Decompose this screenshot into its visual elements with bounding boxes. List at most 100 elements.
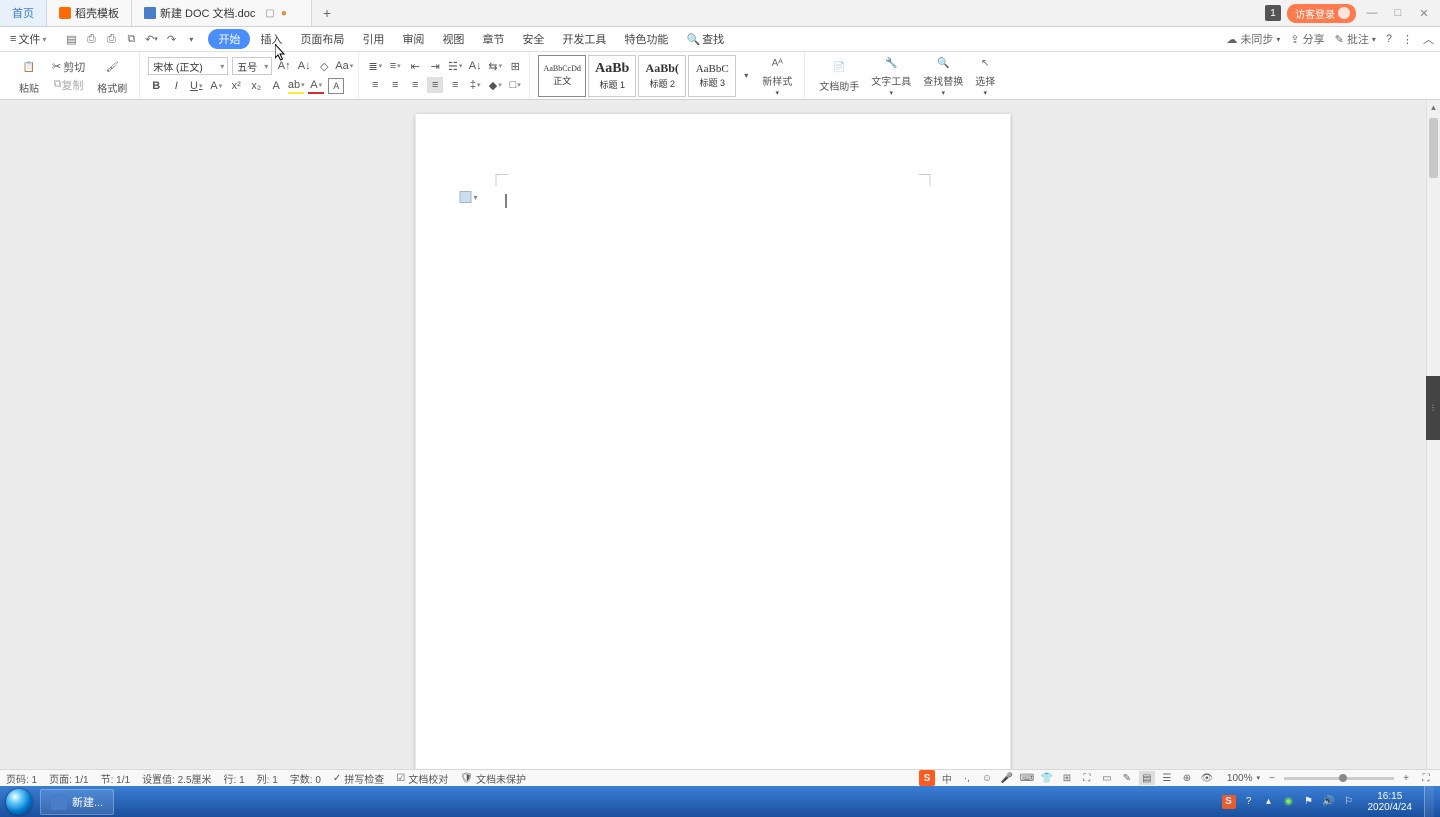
- menu-pagelayout[interactable]: 页面布局: [292, 28, 352, 50]
- menu-start[interactable]: 开始: [208, 29, 250, 49]
- font-name-select[interactable]: 宋体 (正文): [148, 57, 228, 75]
- paste-button[interactable]: 📋粘贴: [12, 56, 46, 95]
- copy-button[interactable]: ⧉复制: [52, 77, 85, 93]
- view-eyecare-icon[interactable]: 👁: [1199, 771, 1215, 785]
- document-area[interactable]: ▾: [0, 100, 1426, 786]
- underline-button[interactable]: U: [188, 78, 204, 94]
- format-painter-button[interactable]: 🖌格式刷: [91, 56, 133, 95]
- view-annotate-icon[interactable]: ✎: [1119, 771, 1135, 785]
- number-list-button[interactable]: ≡: [387, 58, 403, 74]
- change-case-button[interactable]: Aa: [336, 58, 352, 74]
- menu-references[interactable]: 引用: [354, 28, 392, 50]
- menu-view[interactable]: 视图: [434, 28, 472, 50]
- zoom-slider[interactable]: [1284, 777, 1394, 780]
- phonetic-guide-button[interactable]: A: [268, 78, 284, 94]
- view-reading-icon[interactable]: ▭: [1099, 771, 1115, 785]
- window-maximize-button[interactable]: □: [1388, 3, 1408, 23]
- ime-skin-icon[interactable]: 👕: [1039, 771, 1055, 785]
- status-section[interactable]: 节: 1/1: [101, 771, 130, 786]
- view-web-icon[interactable]: ⊕: [1179, 771, 1195, 785]
- style-heading2[interactable]: AaBb(标题 2: [638, 55, 686, 97]
- ime-keyboard-icon[interactable]: ⌨: [1019, 771, 1035, 785]
- tray-volume-icon[interactable]: 🔊: [1322, 795, 1336, 809]
- tray-network-icon[interactable]: ◉: [1282, 795, 1296, 809]
- hamburger-menu[interactable]: ≡ 文件 ▾: [6, 28, 54, 50]
- qat-paste-icon[interactable]: ⧉: [124, 32, 138, 46]
- show-desktop-button[interactable]: [1424, 786, 1434, 817]
- notification-badge[interactable]: 1: [1265, 5, 1281, 21]
- new-style-button[interactable]: Aᴬ新样式▾: [756, 54, 798, 97]
- border-button[interactable]: □: [507, 77, 523, 93]
- sync-status[interactable]: ☁未同步▾: [1226, 31, 1280, 47]
- collapse-ribbon-button[interactable]: ︿: [1423, 31, 1434, 47]
- tab-popout-icon[interactable]: ▢: [265, 8, 274, 19]
- help-button[interactable]: ?: [1386, 33, 1392, 45]
- tab-add-button[interactable]: +: [312, 0, 342, 26]
- start-button[interactable]: [0, 786, 38, 817]
- style-heading1[interactable]: AaBb标题 1: [588, 55, 636, 97]
- vertical-scrollbar[interactable]: ▲ ▼: [1426, 100, 1440, 786]
- tray-expand-icon[interactable]: ▴: [1262, 795, 1276, 809]
- scroll-up-icon[interactable]: ▲: [1427, 100, 1440, 114]
- superscript-button[interactable]: x²: [228, 78, 244, 94]
- subscript-button[interactable]: x₂: [248, 78, 264, 94]
- tray-flag-icon[interactable]: ⚐: [1342, 795, 1356, 809]
- view-outline-icon[interactable]: ☰: [1159, 771, 1175, 785]
- tray-sogou-icon[interactable]: S: [1222, 795, 1236, 809]
- zoom-slider-knob[interactable]: [1339, 774, 1347, 782]
- style-normal[interactable]: AaBbCcDd正文: [538, 55, 586, 97]
- qat-customize-icon[interactable]: ▾: [184, 32, 198, 46]
- find-replace-button[interactable]: 🔍查找替换▾: [917, 54, 969, 97]
- tab-document[interactable]: 新建 DOC 文档.doc ▢ ●: [132, 0, 312, 26]
- menu-search[interactable]: 🔍查找: [678, 28, 732, 50]
- ime-punct-icon[interactable]: ·,: [959, 771, 975, 785]
- indent-button[interactable]: ⇥: [427, 58, 443, 74]
- strikethrough-button[interactable]: A: [208, 78, 224, 94]
- text-tool-button[interactable]: 🔧文字工具▾: [865, 54, 917, 97]
- menu-insert[interactable]: 插入: [252, 28, 290, 50]
- ime-toolbox-icon[interactable]: ⊞: [1059, 771, 1075, 785]
- tray-clock[interactable]: 16:15 2020/4/24: [1368, 791, 1413, 813]
- scroll-thumb[interactable]: [1429, 118, 1438, 178]
- align-right-button[interactable]: ≡: [407, 77, 423, 93]
- status-spellcheck[interactable]: ✓拼写检查: [333, 771, 384, 786]
- tab-home[interactable]: 首页: [0, 0, 47, 26]
- view-print-layout-icon[interactable]: ▤: [1139, 771, 1155, 785]
- tray-security-icon[interactable]: ⚑: [1302, 795, 1316, 809]
- style-heading3[interactable]: AaBbC标题 3: [688, 55, 736, 97]
- select-button[interactable]: ↖选择▾: [969, 54, 1001, 97]
- paragraph-options-icon[interactable]: [460, 191, 472, 203]
- zoom-out-button[interactable]: −: [1264, 771, 1280, 785]
- tab-template[interactable]: 稻壳模板: [47, 0, 132, 26]
- italic-button[interactable]: I: [168, 78, 184, 94]
- align-justify-button[interactable]: ≡: [427, 77, 443, 93]
- zoom-in-button[interactable]: +: [1398, 771, 1414, 785]
- highlight-button[interactable]: ab: [288, 78, 304, 94]
- shrink-font-button[interactable]: A↓: [296, 58, 312, 74]
- ime-emoji-icon[interactable]: ☺: [979, 771, 995, 785]
- view-fullscreen-icon[interactable]: ⛶: [1079, 771, 1095, 785]
- status-col[interactable]: 列: 1: [257, 771, 278, 786]
- align-distribute-button[interactable]: ≡: [447, 77, 463, 93]
- zoom-value[interactable]: 100%: [1227, 773, 1253, 784]
- ime-lang-button[interactable]: 中: [939, 771, 955, 785]
- window-minimize-button[interactable]: —: [1362, 3, 1382, 23]
- font-size-select[interactable]: 五号: [232, 57, 272, 75]
- fit-text-button[interactable]: ⇆: [487, 58, 503, 74]
- qat-redo-button[interactable]: ↷: [164, 32, 178, 46]
- status-line[interactable]: 行: 1: [224, 771, 245, 786]
- paragraph-options-dropdown-icon[interactable]: ▾: [474, 193, 478, 202]
- qat-save-icon[interactable]: ▤: [64, 32, 78, 46]
- share-button[interactable]: ⇪分享: [1290, 31, 1324, 47]
- qat-undo-button[interactable]: ↶▾: [144, 32, 158, 46]
- status-protection[interactable]: 🛡文档未保护: [460, 771, 526, 786]
- tray-help-icon[interactable]: ?: [1242, 795, 1256, 809]
- line-spacing-button[interactable]: ‡: [467, 77, 483, 93]
- side-panel-handle[interactable]: ⫶: [1426, 376, 1440, 440]
- outdent-button[interactable]: ⇤: [407, 58, 423, 74]
- bold-button[interactable]: B: [148, 78, 164, 94]
- menu-review[interactable]: 审阅: [394, 28, 432, 50]
- align-center-button[interactable]: ≡: [387, 77, 403, 93]
- clear-format-button[interactable]: ◇: [316, 58, 332, 74]
- qat-print-preview-icon[interactable]: ⎙: [84, 32, 98, 46]
